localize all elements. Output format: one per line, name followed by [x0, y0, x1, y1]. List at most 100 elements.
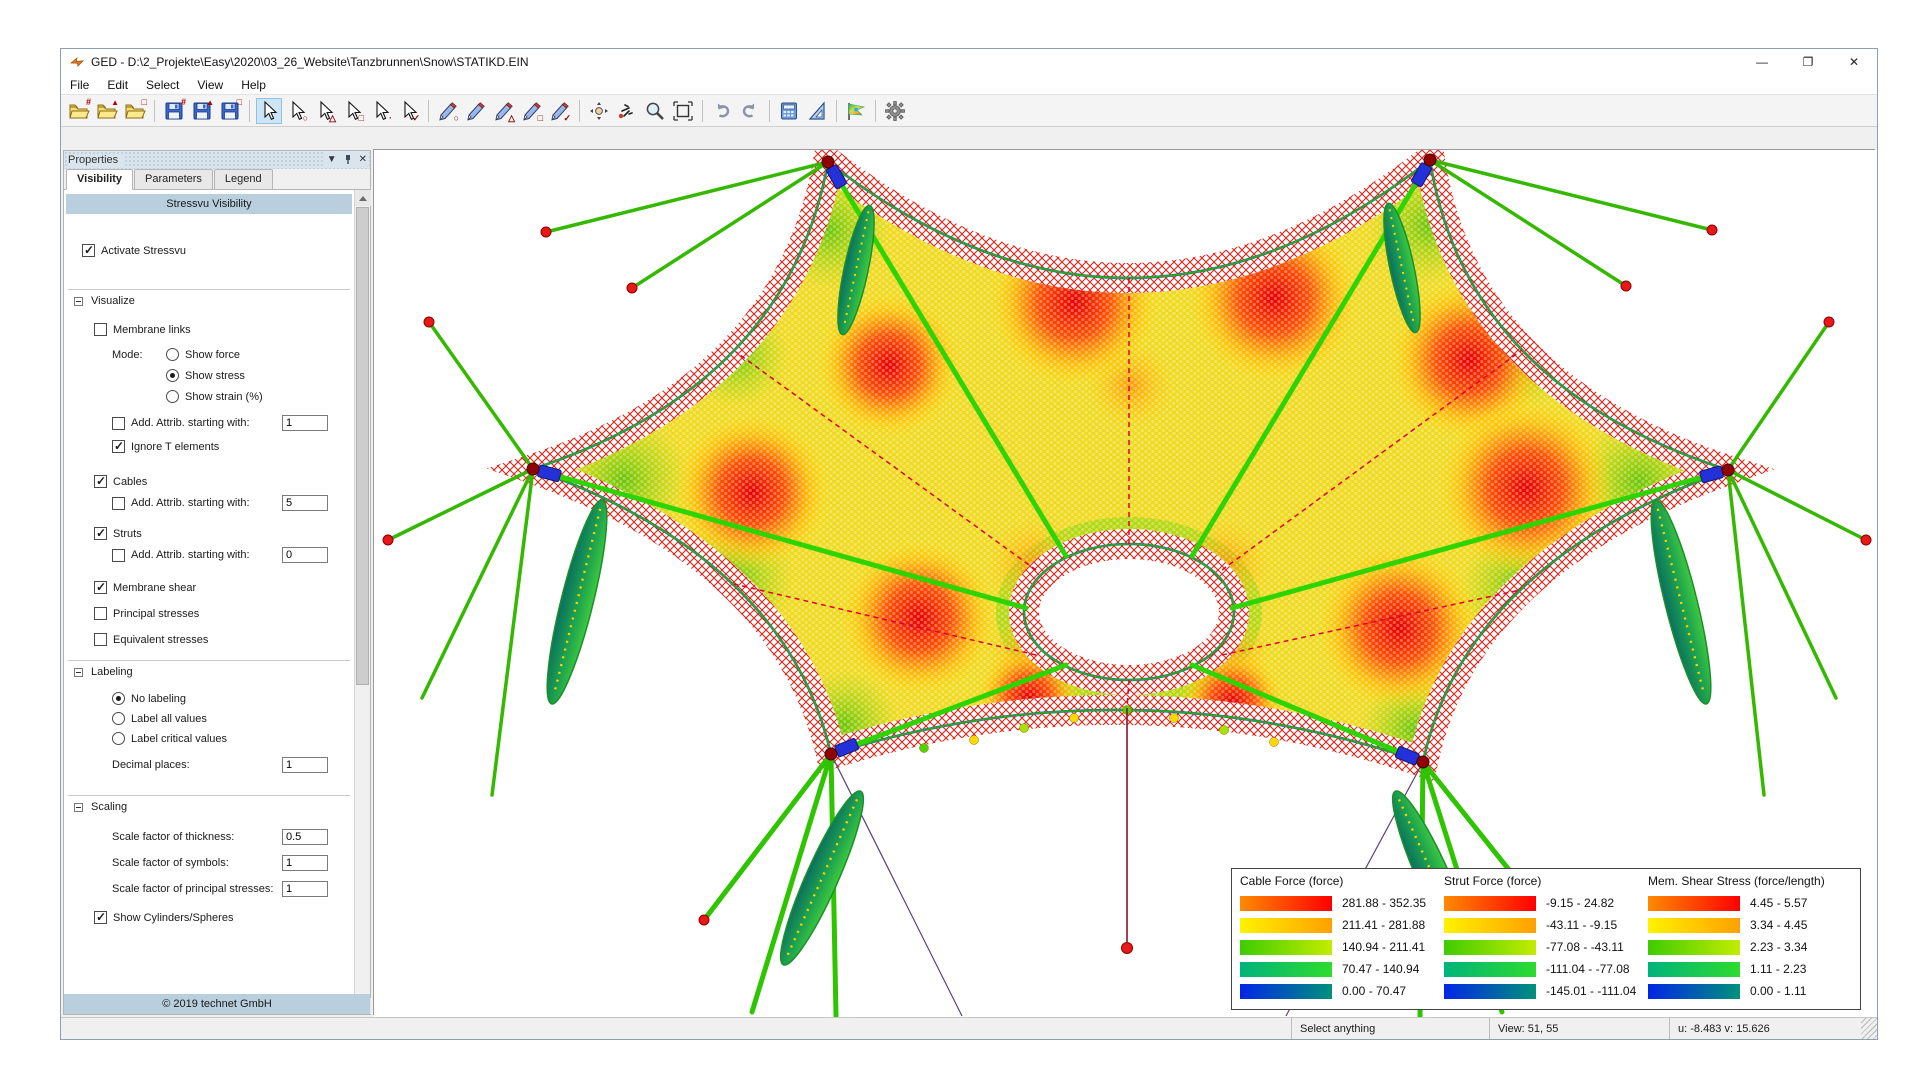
- zoom-tool-button[interactable]: [642, 98, 668, 124]
- toolbar-separator: [154, 100, 155, 122]
- decimal-places-row: Decimal places:: [112, 757, 354, 773]
- cables-checkbox[interactable]: [94, 475, 107, 488]
- collapse-icon[interactable]: [74, 803, 83, 812]
- cables-row[interactable]: Cables: [94, 475, 354, 488]
- draw-check-tool-button[interactable]: ✓: [547, 98, 573, 124]
- struts-row[interactable]: Struts: [94, 527, 354, 540]
- open-square-button[interactable]: □: [122, 98, 148, 124]
- calculator-button[interactable]: [776, 98, 802, 124]
- show-force-radio[interactable]: [166, 348, 179, 361]
- scaling-group-header[interactable]: Scaling: [74, 801, 354, 813]
- show-stress-radio[interactable]: [166, 369, 179, 382]
- legend-range: -77.08 - -43.11: [1546, 940, 1624, 954]
- equivalent-stresses-checkbox[interactable]: [94, 633, 107, 646]
- select-check-tool-button[interactable]: ✓: [396, 98, 422, 124]
- pan-tool-button[interactable]: [586, 98, 612, 124]
- stressvu-flag-button[interactable]: [843, 98, 869, 124]
- decimal-places-field[interactable]: [282, 757, 328, 773]
- save-triangle-button[interactable]: ▲: [189, 98, 215, 124]
- chevron-down-icon[interactable]: ▼: [327, 155, 337, 165]
- membrane-links-checkbox[interactable]: [94, 323, 107, 336]
- scaling-group-label: Scaling: [91, 801, 127, 813]
- maximize-button[interactable]: ❐: [1785, 49, 1831, 75]
- panel-title-bar[interactable]: Properties ▼ ✕: [64, 151, 370, 169]
- menu-edit[interactable]: Edit: [98, 76, 137, 94]
- scale-principal-field[interactable]: [282, 881, 328, 897]
- open-triangle-button[interactable]: ▲: [94, 98, 120, 124]
- select-tool-button[interactable]: [256, 98, 282, 124]
- collapse-icon[interactable]: [74, 668, 83, 677]
- minimize-button[interactable]: —: [1739, 49, 1785, 75]
- visualize-group-header[interactable]: Visualize: [74, 295, 354, 307]
- activate-stressvu-row[interactable]: Activate Stressvu: [82, 244, 354, 257]
- activate-stressvu-checkbox[interactable]: [82, 244, 95, 257]
- draw-circle-tool-button[interactable]: ○: [435, 98, 461, 124]
- label-critical-row[interactable]: Label critical values: [112, 732, 354, 745]
- membrane-shear-checkbox[interactable]: [94, 581, 107, 594]
- menu-select[interactable]: Select: [137, 76, 188, 94]
- mem-attrib-field[interactable]: [282, 415, 328, 431]
- membrane-shear-row[interactable]: Membrane shear: [94, 581, 354, 594]
- redo-button[interactable]: [737, 98, 763, 124]
- legend-range: 0.00 - 1.11: [1750, 984, 1806, 998]
- no-labeling-row[interactable]: No labeling: [112, 692, 354, 705]
- show-strain-radio[interactable]: [166, 390, 179, 403]
- cables-attrib-field[interactable]: [282, 495, 328, 511]
- scrollbar-thumb[interactable]: [356, 207, 369, 685]
- menu-view[interactable]: View: [188, 76, 232, 94]
- no-labeling-radio[interactable]: [112, 692, 125, 705]
- tab-legend[interactable]: Legend: [214, 169, 273, 189]
- draw-square-tool-button[interactable]: □: [519, 98, 545, 124]
- viewport-canvas[interactable]: Cable Force (force) 281.88 - 352.35 211.…: [373, 149, 1875, 1015]
- menu-help[interactable]: Help: [232, 76, 275, 94]
- scale-thickness-label: Scale factor of thickness:: [112, 831, 234, 843]
- undo-button[interactable]: [709, 98, 735, 124]
- panel-scrollbar[interactable]: [354, 190, 370, 1014]
- principal-stresses-row[interactable]: Principal stresses: [94, 607, 354, 620]
- mem-attrib-checkbox[interactable]: [112, 417, 125, 430]
- set-square-button[interactable]: [804, 98, 830, 124]
- close-icon[interactable]: ✕: [359, 155, 367, 165]
- select-triangle-tool-button[interactable]: △: [312, 98, 338, 124]
- select-circle-tool-button[interactable]: ○: [284, 98, 310, 124]
- collapse-icon[interactable]: [74, 297, 83, 306]
- close-button[interactable]: ✕: [1831, 49, 1877, 75]
- resize-grip[interactable]: [1861, 1018, 1877, 1039]
- membrane-links-row[interactable]: Membrane links: [94, 323, 354, 336]
- ignore-t-row[interactable]: Ignore T elements: [112, 440, 354, 453]
- tab-parameters[interactable]: Parameters: [134, 169, 213, 189]
- scale-symbols-field[interactable]: [282, 855, 328, 871]
- show-cylinders-row[interactable]: Show Cylinders/Spheres: [94, 911, 354, 924]
- draw-triangle-tool-button[interactable]: △: [491, 98, 517, 124]
- struts-attrib-field[interactable]: [282, 547, 328, 563]
- settings-gear-button[interactable]: [882, 98, 908, 124]
- ignore-t-checkbox[interactable]: [112, 440, 125, 453]
- equivalent-stresses-row[interactable]: Equivalent stresses: [94, 633, 354, 646]
- scroll-up-icon[interactable]: [355, 190, 371, 206]
- label-critical-radio[interactable]: [112, 732, 125, 745]
- labeling-group-header[interactable]: Labeling: [74, 666, 354, 678]
- scale-thickness-field[interactable]: [282, 829, 328, 845]
- select-square-tool-button[interactable]: □: [340, 98, 366, 124]
- tab-visibility[interactable]: Visibility: [66, 169, 133, 190]
- principal-stresses-checkbox[interactable]: [94, 607, 107, 620]
- struts-checkbox[interactable]: [94, 527, 107, 540]
- menu-file[interactable]: File: [61, 76, 98, 94]
- label-all-radio[interactable]: [112, 712, 125, 725]
- zoom-extents-button[interactable]: [670, 98, 696, 124]
- main-area: Properties ▼ ✕ Visibility Parameters Leg…: [61, 128, 1877, 1017]
- save-square-button[interactable]: □: [217, 98, 243, 124]
- select-dot-tool-button[interactable]: ·: [368, 98, 394, 124]
- struts-attrib-checkbox[interactable]: [112, 549, 125, 562]
- open-hash-button[interactable]: #: [66, 98, 92, 124]
- legend-range: -145.01 - -111.04: [1546, 984, 1636, 998]
- pin-icon[interactable]: [343, 154, 353, 165]
- spark-tool-button[interactable]: [614, 98, 640, 124]
- cables-attrib-checkbox[interactable]: [112, 497, 125, 510]
- legend-range: -111.04 - -77.08: [1546, 962, 1630, 976]
- save-hash-button[interactable]: #: [161, 98, 187, 124]
- equivalent-stresses-label: Equivalent stresses: [113, 634, 208, 646]
- draw-tool-button[interactable]: [463, 98, 489, 124]
- show-cylinders-checkbox[interactable]: [94, 911, 107, 924]
- label-all-row[interactable]: Label all values: [112, 712, 354, 725]
